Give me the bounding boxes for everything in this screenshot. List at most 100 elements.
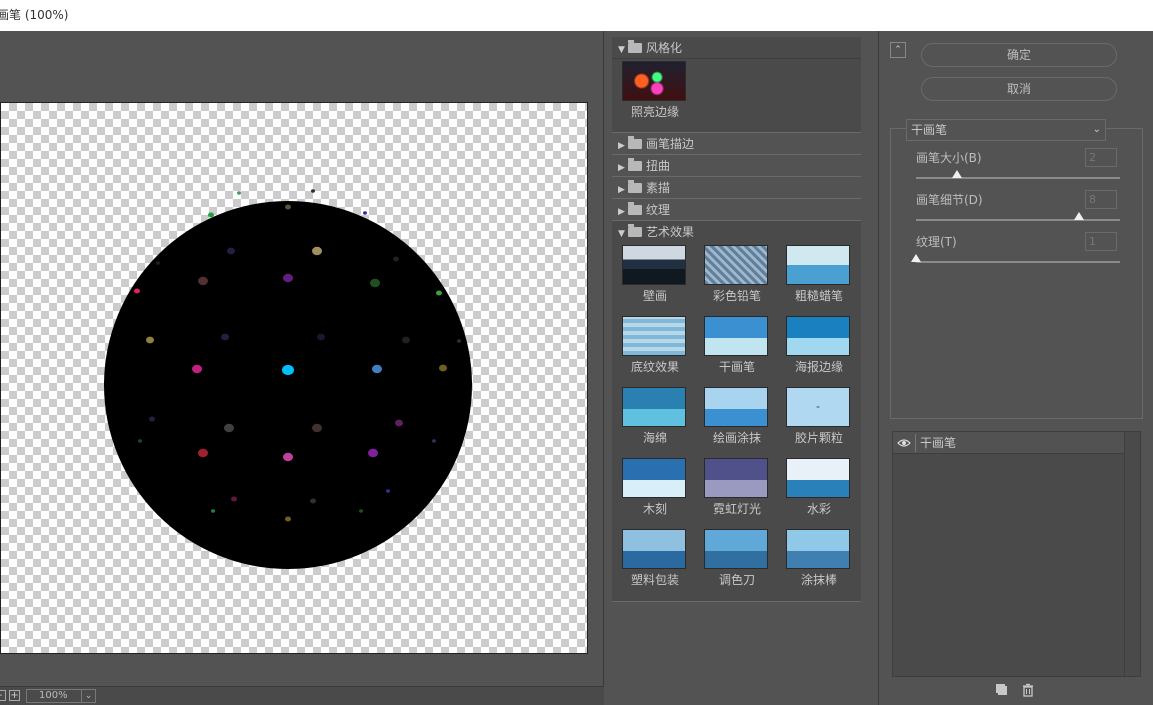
texture-dot <box>138 439 142 443</box>
texture-dot <box>312 246 322 256</box>
ok-button[interactable]: 确定 <box>921 43 1117 67</box>
texture-dot <box>192 364 202 374</box>
category-stylize[interactable]: ▼ 风格化 <box>612 37 861 59</box>
effect-layer-name: 干画笔 <box>920 436 957 450</box>
category-label: 艺术效果 <box>646 225 695 239</box>
folder-icon <box>628 157 642 171</box>
thumbnail-image <box>622 529 686 569</box>
texture-dot <box>363 211 367 215</box>
filter-thumb-poster-edges[interactable]: 海报边缘 <box>786 316 852 375</box>
thumbnail-image <box>704 458 768 498</box>
category-label: 画笔描边 <box>646 137 695 151</box>
texture-dot <box>402 336 410 344</box>
filter-thumb-underpainting[interactable]: 底纹效果 <box>622 316 688 375</box>
category-sketch[interactable]: ▶ 素描 <box>612 176 861 198</box>
texture-dot <box>231 496 237 502</box>
window-title: 画笔 (100%) <box>0 8 69 22</box>
texture-dot <box>310 498 316 504</box>
brush-detail-slider-handle[interactable] <box>1074 212 1085 220</box>
texture-slider[interactable] <box>916 261 1120 263</box>
brush-size-slider-handle[interactable] <box>951 170 962 178</box>
texture-dot <box>439 364 447 372</box>
brush-size-label: 画笔大小(B) <box>916 151 982 165</box>
filter-label: 海绵 <box>642 431 667 445</box>
folder-icon <box>628 39 642 53</box>
texture-dot <box>146 336 154 344</box>
texture-dot <box>134 288 140 294</box>
layers-scrollbar[interactable] <box>1124 432 1140 676</box>
filter-thumb-sponge[interactable]: 海绵 <box>622 387 688 446</box>
category-brush-strokes[interactable]: ▶ 画笔描边 <box>612 132 861 154</box>
filter-thumb-paint-daubs[interactable]: 绘画涂抹 <box>704 387 770 446</box>
category-texture[interactable]: ▶ 纹理 <box>612 198 861 220</box>
texture-dot <box>198 448 208 458</box>
zoom-in-button[interactable]: + <box>9 690 20 701</box>
filter-label: 干画笔 <box>718 360 755 374</box>
texture-dot <box>370 278 380 288</box>
texture-dot <box>283 452 293 462</box>
texture-dot <box>311 189 315 193</box>
filter-thumb-plastic-wrap[interactable]: 塑料包装 <box>622 529 688 588</box>
brush-size-slider[interactable] <box>916 177 1120 179</box>
collapse-gallery-icon[interactable]: ⌃ <box>890 42 906 58</box>
filter-label: 壁画 <box>642 289 667 303</box>
brush-detail-label: 画笔细节(D) <box>916 193 983 207</box>
category-label: 风格化 <box>646 41 683 55</box>
texture-dot <box>227 247 235 255</box>
preview-area: - + 100% ⌄ <box>0 31 604 705</box>
filter-thumb-colored-pencil[interactable]: 彩色铅笔 <box>704 245 770 304</box>
thumbnail-image <box>622 245 686 285</box>
texture-dot <box>395 419 403 427</box>
filter-thumb-fresco[interactable]: 壁画 <box>622 245 688 304</box>
filter-select-value: 干画笔 <box>911 123 948 137</box>
texture-dot <box>156 261 160 265</box>
texture-input[interactable]: 1 <box>1085 232 1117 251</box>
filter-label: 绘画涂抹 <box>712 431 761 445</box>
texture-dot <box>359 509 363 513</box>
texture-dot <box>237 191 241 195</box>
texture-dot <box>317 333 325 341</box>
eye-icon[interactable] <box>897 437 911 449</box>
filter-label: 木刻 <box>642 502 667 516</box>
texture-slider-handle[interactable] <box>911 254 921 262</box>
category-artistic-body: 壁画 彩色铅笔 粗糙蜡笔底纹效果 干画笔 海报边缘海绵 绘画涂抹 胶片颗粒木刻 霓虹灯光 水彩塑… <box>612 242 861 602</box>
trash-icon[interactable] <box>1021 683 1035 697</box>
thumbnail-image <box>786 529 850 569</box>
filter-thumb-watercolor[interactable]: 水彩 <box>786 458 852 517</box>
filter-thumb-smudge-stick[interactable]: 涂抹棒 <box>786 529 852 588</box>
filter-select[interactable]: 干画笔 ⌄ <box>906 119 1106 141</box>
filter-thumb-neon-glow[interactable]: 霓虹灯光 <box>704 458 770 517</box>
filter-thumb-glowing-edges[interactable]: 照亮边缘 <box>622 61 688 120</box>
effect-layer-row[interactable]: 干画笔 <box>893 432 1125 454</box>
texture-dot <box>198 276 208 286</box>
preview-canvas[interactable] <box>0 102 588 654</box>
texture-dot <box>312 423 322 433</box>
brush-detail-input[interactable]: 8 <box>1085 190 1117 209</box>
brush-size-input[interactable]: 2 <box>1085 148 1117 167</box>
zoom-select[interactable]: 100% ⌄ <box>26 689 96 703</box>
filter-thumb-palette-knife[interactable]: 调色刀 <box>704 529 770 588</box>
category-distort[interactable]: ▶ 扭曲 <box>612 154 861 176</box>
texture-dot <box>457 339 461 343</box>
filter-thumb-film-grain[interactable]: 胶片颗粒 <box>786 387 852 446</box>
texture-dot <box>221 333 229 341</box>
category-artistic[interactable]: ▼ 艺术效果 <box>612 220 861 242</box>
thumbnail-image <box>786 316 850 356</box>
filter-thumb-cutout[interactable]: 木刻 <box>622 458 688 517</box>
texture-dot <box>224 423 234 433</box>
thumbnail-image <box>622 387 686 427</box>
filter-label: 底纹效果 <box>630 360 679 374</box>
texture-dot <box>208 212 214 218</box>
thumbnail-image <box>704 316 768 356</box>
thumbnail-image <box>786 387 850 427</box>
controls-panel: ⌃ 确定 取消 干画笔 ⌄ 画笔大小(B) 2 画笔细节(D) 8 纹理(T) … <box>878 31 1153 705</box>
chevron-down-icon: ⌄ <box>1092 124 1101 135</box>
brush-detail-slider[interactable] <box>916 219 1120 221</box>
new-effect-layer-icon[interactable] <box>995 683 1009 697</box>
filter-thumb-rough-pastels[interactable]: 粗糙蜡笔 <box>786 245 852 304</box>
zoom-out-button[interactable]: - <box>0 690 6 701</box>
texture-dot <box>285 516 291 522</box>
title-bar: 画笔 (100%) <box>0 0 1153 31</box>
filter-thumb-dry-brush[interactable]: 干画笔 <box>704 316 770 375</box>
cancel-button[interactable]: 取消 <box>921 77 1117 101</box>
